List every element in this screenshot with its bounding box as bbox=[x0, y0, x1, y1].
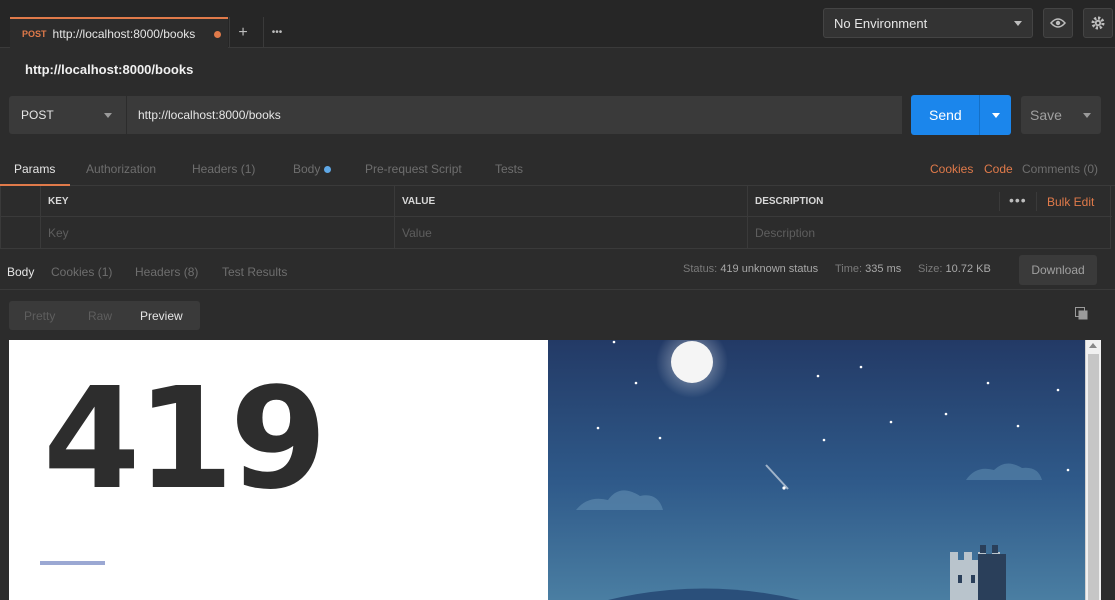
chevron-down-icon bbox=[1083, 112, 1091, 118]
value-input[interactable]: Value bbox=[394, 217, 747, 248]
value-placeholder: Value bbox=[402, 225, 432, 240]
gear-icon bbox=[1091, 16, 1105, 30]
preview-scrollbar[interactable] bbox=[1085, 340, 1101, 600]
size-value: 10.72 KB bbox=[945, 263, 991, 275]
response-size: Size: 10.72 KB bbox=[918, 263, 991, 275]
row-checkbox-cell[interactable] bbox=[1, 217, 40, 248]
copy-icon[interactable] bbox=[1075, 307, 1089, 321]
chevron-down-icon bbox=[104, 113, 112, 118]
response-time: Time: 335 ms bbox=[835, 263, 901, 275]
environment-select[interactable]: No Environment bbox=[823, 8, 1033, 38]
status-value: 419 unknown status bbox=[720, 263, 819, 275]
settings-button[interactable] bbox=[1083, 8, 1113, 38]
tab-bar: POST http://localhost:8000/books + ••• N… bbox=[0, 0, 1115, 48]
tab-headers-label: Headers bbox=[192, 162, 238, 176]
key-input[interactable]: Key bbox=[40, 217, 394, 248]
tab-headers-count: (1) bbox=[240, 162, 256, 176]
response-tabs: Body Cookies (1) Headers (8) Test Result… bbox=[0, 250, 1115, 290]
eye-icon bbox=[1050, 18, 1066, 28]
tab-method: POST bbox=[22, 28, 47, 39]
tab-tests[interactable]: Tests bbox=[495, 162, 523, 176]
response-tab-headers[interactable]: Headers (8) bbox=[135, 265, 198, 279]
response-tab-cookies-label: Cookies bbox=[51, 265, 95, 279]
view-raw[interactable]: Raw bbox=[88, 309, 112, 323]
method-value: POST bbox=[21, 108, 54, 122]
column-header-value: VALUE bbox=[394, 186, 747, 217]
night-sky-illustration bbox=[548, 340, 1085, 600]
cookies-link[interactable]: Cookies bbox=[930, 162, 973, 176]
value-header-label: VALUE bbox=[402, 196, 436, 207]
response-tab-cookies-count: (1) bbox=[97, 265, 113, 279]
key-placeholder: Key bbox=[48, 225, 69, 240]
chevron-down-icon bbox=[1014, 21, 1022, 26]
accent-bar bbox=[40, 561, 105, 565]
description-placeholder: Description bbox=[755, 225, 816, 240]
tab-pre-request-script[interactable]: Pre-request Script bbox=[365, 162, 462, 176]
save-options-button[interactable] bbox=[1073, 96, 1101, 134]
response-tab-headers-count: (8) bbox=[183, 265, 199, 279]
scroll-up-icon[interactable] bbox=[1089, 343, 1097, 348]
send-label: Send bbox=[929, 107, 962, 123]
request-tabs: Params Authorization Headers (1) Body Pr… bbox=[0, 150, 1115, 186]
tab-body[interactable]: Body bbox=[293, 162, 332, 176]
tab-url: http://localhost:8000/books bbox=[52, 26, 196, 41]
response-tab-cookies[interactable]: Cookies (1) bbox=[51, 265, 112, 279]
body-indicator-dot bbox=[324, 166, 332, 174]
environment-value: No Environment bbox=[834, 15, 928, 31]
params-more-button[interactable]: ••• bbox=[1009, 192, 1027, 208]
view-pretty[interactable]: Pretty bbox=[24, 309, 55, 323]
time-value: 335 ms bbox=[865, 263, 902, 275]
view-preview[interactable]: Preview bbox=[140, 309, 183, 323]
environment-quick-look-button[interactable] bbox=[1043, 8, 1073, 38]
request-title[interactable]: http://localhost:8000/books bbox=[25, 62, 193, 77]
download-button[interactable]: Download bbox=[1019, 255, 1097, 285]
new-tab-button[interactable]: + bbox=[229, 17, 256, 48]
unsaved-dot-icon[interactable] bbox=[214, 31, 221, 38]
chevron-down-icon bbox=[991, 112, 1000, 118]
send-options-button[interactable] bbox=[979, 95, 1011, 135]
response-status: Status: 419 unknown status bbox=[683, 263, 818, 275]
header-divider bbox=[999, 192, 1000, 211]
response-view-toggle: Pretty Raw Preview bbox=[9, 301, 200, 330]
key-header-label: KEY bbox=[48, 196, 69, 207]
description-input[interactable]: Description bbox=[747, 217, 1111, 248]
comments-link[interactable]: Comments (0) bbox=[1022, 162, 1098, 176]
bulk-edit-link[interactable]: Bulk Edit bbox=[1047, 195, 1094, 209]
column-header-key: KEY bbox=[40, 186, 394, 217]
response-tab-headers-label: Headers bbox=[135, 265, 181, 279]
response-tab-body[interactable]: Body bbox=[7, 265, 34, 279]
tab-params[interactable]: Params bbox=[14, 162, 55, 176]
save-button[interactable]: Save bbox=[1021, 96, 1101, 134]
time-label: Time: bbox=[835, 263, 863, 275]
tab-more-button[interactable]: ••• bbox=[263, 17, 290, 48]
scroll-thumb[interactable] bbox=[1088, 354, 1099, 600]
response-preview: 419 bbox=[9, 340, 1101, 600]
table-row: Key Value Description bbox=[1, 217, 1112, 248]
code-link[interactable]: Code bbox=[984, 162, 1013, 176]
size-label: Size: bbox=[918, 263, 943, 275]
response-tab-test-results[interactable]: Test Results bbox=[222, 265, 287, 279]
status-label: Status: bbox=[683, 263, 718, 275]
url-input[interactable] bbox=[126, 96, 902, 134]
method-select[interactable]: POST bbox=[9, 96, 126, 134]
tab-headers[interactable]: Headers (1) bbox=[192, 162, 255, 176]
request-tab[interactable]: POST http://localhost:8000/books bbox=[10, 17, 228, 48]
header-divider bbox=[1036, 192, 1037, 211]
params-table: KEY VALUE DESCRIPTION ••• Bulk Edit Key … bbox=[0, 186, 1112, 249]
error-code: 419 bbox=[43, 358, 327, 521]
description-header-label: DESCRIPTION bbox=[755, 196, 824, 207]
preview-left-panel: 419 bbox=[9, 340, 548, 600]
save-label: Save bbox=[1030, 107, 1062, 123]
send-button[interactable]: Send bbox=[911, 95, 1011, 135]
tab-authorization[interactable]: Authorization bbox=[86, 162, 156, 176]
tab-body-label: Body bbox=[293, 162, 321, 176]
table-header-row: KEY VALUE DESCRIPTION ••• Bulk Edit bbox=[1, 186, 1112, 217]
